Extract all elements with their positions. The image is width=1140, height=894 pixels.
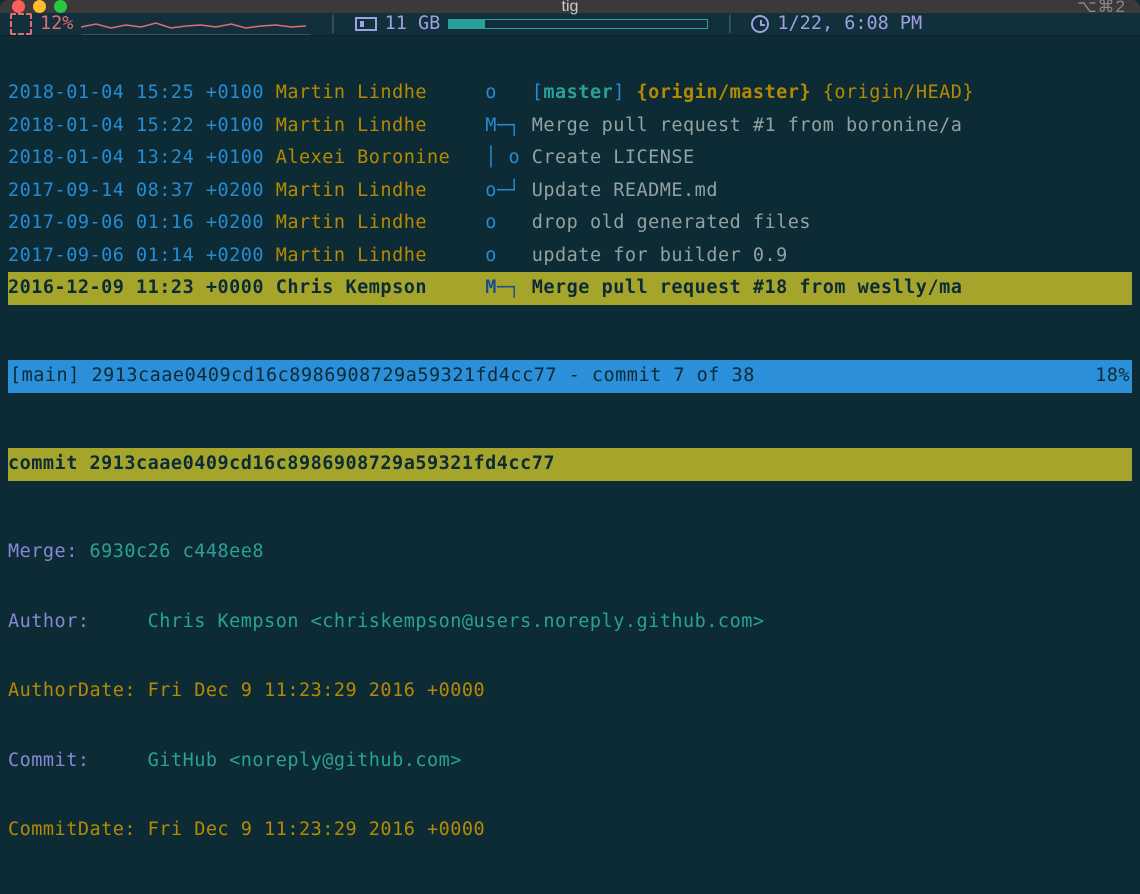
clock-icon xyxy=(751,15,769,33)
log-row[interactable]: 2017-09-14 08:37 +0200 Martin Lindhe o─┘… xyxy=(8,175,1132,208)
log-row[interactable]: 2018-01-04 13:24 +0100 Alexei Boronine │… xyxy=(8,142,1132,175)
mem-segment: 11 GB xyxy=(355,15,709,34)
divider: | xyxy=(319,15,346,34)
terminal-window: tig ⌥⌘2 12% | 11 GB | 1/22, 6:08 PM 2018… xyxy=(0,0,1140,894)
statusbar: 12% | 11 GB | 1/22, 6:08 PM xyxy=(0,13,1140,36)
time-value: 1/22, 6:08 PM xyxy=(777,15,922,34)
titlebar[interactable]: tig ⌥⌘2 xyxy=(0,0,1140,13)
memory-icon xyxy=(355,17,377,31)
cpu-sparkline xyxy=(81,13,311,35)
log-row[interactable]: 2018-01-04 15:25 +0100 Martin Lindhe o [… xyxy=(8,77,1132,110)
meta-commitdate: CommitDate: Fri Dec 9 11:23:29 2016 +000… xyxy=(8,814,1132,847)
mem-bar xyxy=(448,19,708,29)
main-status-left: [main] 2913caae0409cd16c8986908729a59321… xyxy=(10,360,755,393)
meta-authordate: AuthorDate: Fri Dec 9 11:23:29 2016 +000… xyxy=(8,675,1132,708)
log-row[interactable]: 2016-12-09 11:23 +0000 Chris Kempson M─┐… xyxy=(8,272,1132,305)
commit-header: commit 2913caae0409cd16c8986908729a59321… xyxy=(8,448,1132,481)
log-row[interactable]: 2017-09-06 01:14 +0200 Martin Lindhe o u… xyxy=(8,240,1132,273)
log-row[interactable]: 2018-01-04 15:22 +0100 Martin Lindhe M─┐… xyxy=(8,110,1132,143)
time-segment: 1/22, 6:08 PM xyxy=(751,15,922,34)
divider: | xyxy=(716,15,743,34)
meta-commit: Commit: GitHub <noreply@github.com> xyxy=(8,745,1132,778)
window-shortcut: ⌥⌘2 xyxy=(1077,0,1126,15)
cpu-icon xyxy=(10,13,32,35)
meta-author: Author: Chris Kempson <chriskempson@user… xyxy=(8,606,1132,639)
terminal-content[interactable]: 2018-01-04 15:25 +0100 Martin Lindhe o [… xyxy=(0,36,1140,894)
mem-value: 11 GB xyxy=(385,15,441,34)
cpu-value: 12% xyxy=(40,15,73,34)
main-status-right: 18% xyxy=(1095,360,1130,393)
main-status-line: [main] 2913caae0409cd16c8986908729a59321… xyxy=(8,360,1132,393)
log-row[interactable]: 2017-09-06 01:16 +0200 Martin Lindhe o d… xyxy=(8,207,1132,240)
meta-merge: Merge: 6930c26 c448ee8 xyxy=(8,536,1132,569)
cpu-segment: 12% xyxy=(10,13,311,35)
